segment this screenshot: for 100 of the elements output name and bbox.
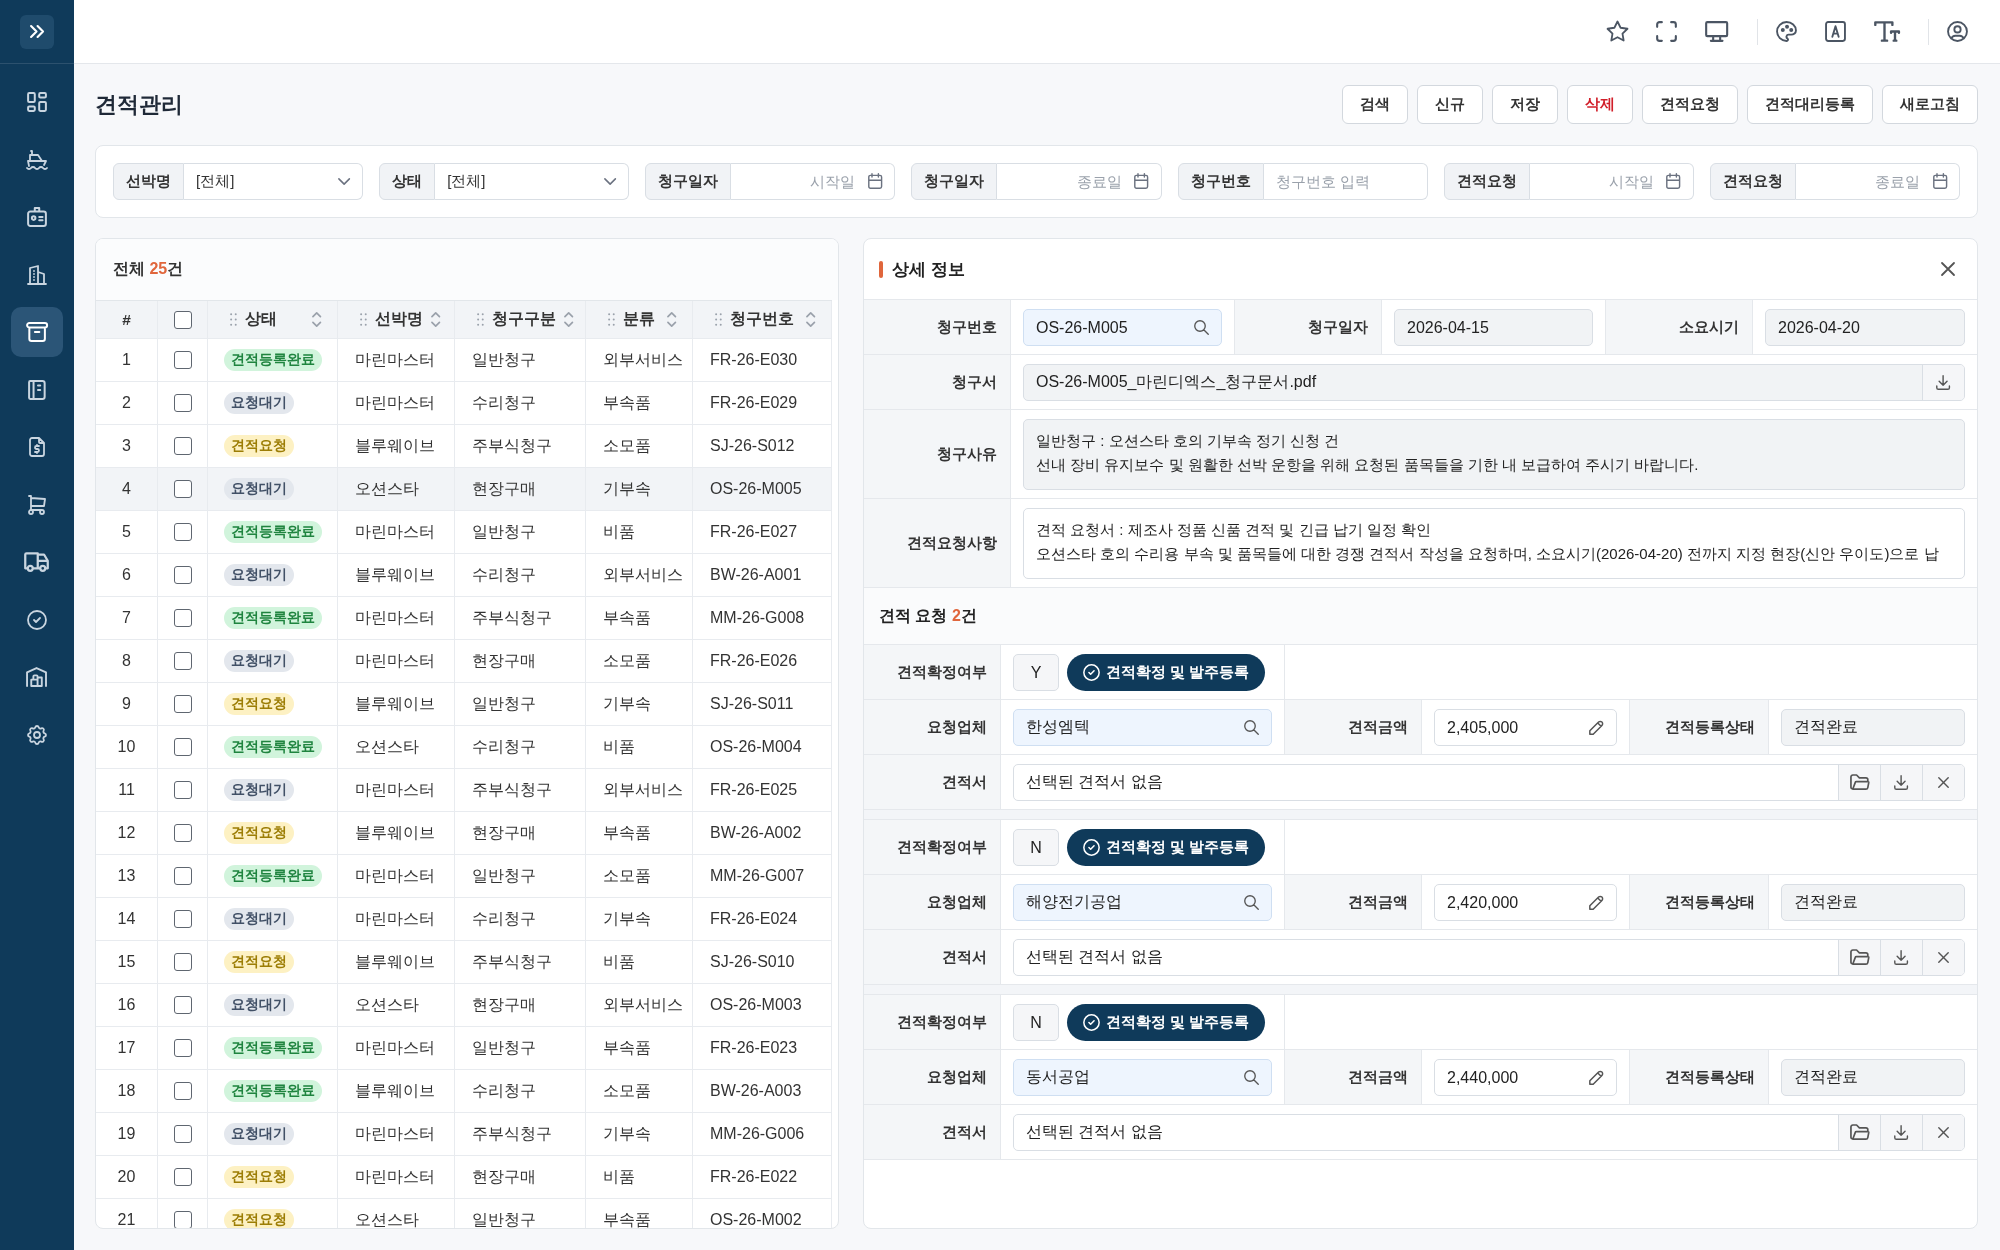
row-checkbox[interactable] xyxy=(173,738,192,756)
row-checkbox[interactable] xyxy=(173,867,192,885)
row-checkbox[interactable] xyxy=(173,953,192,971)
table-row[interactable]: 20 견적요청 마린마스터 현장구매 비품 FR-26-E022 xyxy=(96,1156,832,1199)
table-row[interactable]: 15 견적요청 블루웨이브 주부식청구 비품 SJ-26-S010 xyxy=(96,941,832,984)
sidebar-item[interactable] xyxy=(11,307,63,357)
table-row[interactable]: 4 요청대기 오션스타 현장구매 기부속 OS-26-M005 xyxy=(96,468,832,511)
select-all-checkbox[interactable] xyxy=(173,310,192,329)
table-row[interactable]: 21 견적요청 오션스타 일반청구 부속품 OS-26-M002 xyxy=(96,1199,832,1228)
table-row[interactable]: 9 견적요청 블루웨이브 일반청구 기부속 SJ-26-S011 xyxy=(96,683,832,726)
download-button[interactable] xyxy=(1880,1115,1922,1150)
open-file-button[interactable] xyxy=(1838,765,1880,800)
amount-field[interactable]: 2,440,000 xyxy=(1434,1059,1617,1096)
text-field[interactable]: 2026-04-15 xyxy=(1394,309,1593,346)
confirm-flag-field[interactable]: N xyxy=(1013,829,1059,866)
date-field[interactable]: 종료일 xyxy=(1795,163,1960,200)
date-field[interactable]: 종료일 xyxy=(997,163,1162,200)
toolbar-button[interactable]: 검색 xyxy=(1342,85,1408,124)
palette-icon[interactable] xyxy=(1775,21,1797,42)
confirm-order-button[interactable]: 견적확정 및 발주등록 xyxy=(1067,654,1266,691)
table-row[interactable]: 11 요청대기 마린마스터 주부식청구 외부서비스 FR-26-E025 xyxy=(96,769,832,812)
confirm-order-button[interactable]: 견적확정 및 발주등록 xyxy=(1067,829,1266,866)
table-row[interactable]: 6 요청대기 블루웨이브 수리청구 외부서비스 BW-26-A001 xyxy=(96,554,832,597)
text-size-icon[interactable] xyxy=(1873,21,1900,42)
search-field[interactable]: 해양전기공업 xyxy=(1013,884,1272,921)
file-field[interactable]: OS-26-M005_마린디엑스_청구문서.pdf xyxy=(1023,364,1965,401)
table-row[interactable]: 1 견적등록완료 마린마스터 일반청구 외부서비스 FR-26-E030 xyxy=(96,339,832,382)
row-checkbox[interactable] xyxy=(173,1168,192,1186)
status-field[interactable]: 견적완료 xyxy=(1781,884,1965,921)
confirm-flag-field[interactable]: Y xyxy=(1013,654,1059,691)
table-row[interactable]: 13 견적등록완료 마린마스터 일반청구 소모품 MM-26-G007 xyxy=(96,855,832,898)
text-field[interactable]: 청구번호 입력 xyxy=(1263,163,1428,200)
row-checkbox[interactable] xyxy=(173,437,192,455)
date-field[interactable]: 시작일 xyxy=(1529,163,1694,200)
column-header[interactable]: 청구구분 xyxy=(455,301,586,339)
table-row[interactable]: 14 요청대기 마린마스터 수리청구 기부속 FR-26-E024 xyxy=(96,898,832,941)
status-field[interactable]: 견적완료 xyxy=(1781,1059,1965,1096)
select-field[interactable]: [전체] xyxy=(184,163,364,200)
open-file-button[interactable] xyxy=(1838,940,1880,975)
search-field[interactable]: 한성엠텍 xyxy=(1013,709,1272,746)
toolbar-button[interactable]: 새로고침 xyxy=(1882,85,1978,124)
table-row[interactable]: 8 요청대기 마린마스터 현장구매 소모품 FR-26-E026 xyxy=(96,640,832,683)
open-file-button[interactable] xyxy=(1838,1115,1880,1150)
row-checkbox[interactable] xyxy=(173,609,192,627)
file-field[interactable]: 선택된 견적서 없음 xyxy=(1013,764,1965,801)
confirm-order-button[interactable]: 견적확정 및 발주등록 xyxy=(1067,1004,1266,1041)
table-row[interactable]: 2 요청대기 마린마스터 수리청구 부속품 FR-26-E029 xyxy=(96,382,832,425)
row-checkbox[interactable] xyxy=(173,1211,192,1228)
download-button[interactable] xyxy=(1880,940,1922,975)
row-checkbox[interactable] xyxy=(173,351,192,369)
toolbar-button[interactable]: 저장 xyxy=(1492,85,1558,124)
column-header[interactable]: 청구번호 xyxy=(693,301,832,339)
table-row[interactable]: 12 견적요청 블루웨이브 현장구매 부속품 BW-26-A002 xyxy=(96,812,832,855)
table-row[interactable]: 5 견적등록완료 마린마스터 일반청구 비품 FR-26-E027 xyxy=(96,511,832,554)
download-button[interactable] xyxy=(1880,765,1922,800)
file-field[interactable]: 선택된 견적서 없음 xyxy=(1013,939,1965,976)
user-icon[interactable] xyxy=(1947,21,1968,42)
table-row[interactable]: 17 견적등록완료 마린마스터 일반청구 부속품 FR-26-E023 xyxy=(96,1027,832,1070)
row-checkbox[interactable] xyxy=(173,695,192,713)
file-field[interactable]: 선택된 견적서 없음 xyxy=(1013,1114,1965,1151)
monitor-icon[interactable] xyxy=(1705,21,1729,42)
row-checkbox[interactable] xyxy=(173,652,192,670)
fullscreen-icon[interactable] xyxy=(1656,21,1678,42)
row-checkbox[interactable] xyxy=(173,1039,192,1057)
toolbar-button[interactable]: 견적대리등록 xyxy=(1747,85,1873,124)
row-checkbox[interactable] xyxy=(173,523,192,541)
row-checkbox[interactable] xyxy=(173,910,192,928)
column-header[interactable]: 상태 xyxy=(208,301,338,339)
row-checkbox[interactable] xyxy=(173,1125,192,1143)
table-row[interactable]: 18 견적등록완료 블루웨이브 수리청구 소모품 BW-26-A003 xyxy=(96,1070,832,1113)
row-checkbox[interactable] xyxy=(173,480,192,498)
text-area[interactable]: 일반청구 : 오션스타 호의 기부속 정기 신청 건 선내 장비 유지보수 및 원활한 선박 운항을 위해 요청된 품목들을 기한 내 보급하여 주시기 바랍니다. xyxy=(1023,419,1965,490)
confirm-flag-field[interactable]: N xyxy=(1013,1004,1059,1041)
text-field[interactable]: 2026-04-20 xyxy=(1765,309,1965,346)
expand-button[interactable] xyxy=(20,14,54,49)
toolbar-button[interactable]: 신규 xyxy=(1417,85,1483,124)
row-checkbox[interactable] xyxy=(173,824,192,842)
row-checkbox[interactable] xyxy=(173,1082,192,1100)
toolbar-button[interactable]: 삭제 xyxy=(1567,85,1633,124)
toolbar-button[interactable]: 견적요청 xyxy=(1642,85,1738,124)
row-checkbox[interactable] xyxy=(173,996,192,1014)
row-checkbox[interactable] xyxy=(173,781,192,799)
download-button[interactable] xyxy=(1922,365,1964,400)
search-field[interactable]: OS-26-M005 xyxy=(1023,309,1222,346)
table-row[interactable]: 19 요청대기 마린마스터 주부식청구 기부속 MM-26-G006 xyxy=(96,1113,832,1156)
select-field[interactable]: [전체] xyxy=(435,163,630,200)
status-field[interactable]: 견적완료 xyxy=(1781,709,1965,746)
search-field[interactable]: 동서공업 xyxy=(1013,1059,1272,1096)
column-header[interactable]: 분류 xyxy=(586,301,693,339)
table-row[interactable]: 10 견적등록완료 오션스타 수리청구 비품 OS-26-M004 xyxy=(96,726,832,769)
amount-field[interactable]: 2,420,000 xyxy=(1434,884,1617,921)
amount-field[interactable]: 2,405,000 xyxy=(1434,709,1617,746)
text-area[interactable]: 견적 요청서 : 제조사 정품 신품 견적 및 긴급 납기 일정 확인 오션스타 호의 수리용 부속 및 품목들에 대한 경쟁 견적서 작성을 요청하며, 소요시기(2026-04-20) 전까지 지정 현장(신안 우이도)으로 납 xyxy=(1023,508,1965,579)
column-header[interactable]: 선박명 xyxy=(338,301,455,339)
table-row[interactable]: 7 견적등록완료 마린마스터 주부식청구 부속품 MM-26-G008 xyxy=(96,597,832,640)
date-field[interactable]: 시작일 xyxy=(731,163,896,200)
star-icon[interactable] xyxy=(1607,21,1629,42)
close-icon[interactable] xyxy=(1941,262,1955,276)
table-row[interactable]: 16 요청대기 오션스타 현장구매 외부서비스 OS-26-M003 xyxy=(96,984,832,1027)
row-checkbox[interactable] xyxy=(173,394,192,412)
